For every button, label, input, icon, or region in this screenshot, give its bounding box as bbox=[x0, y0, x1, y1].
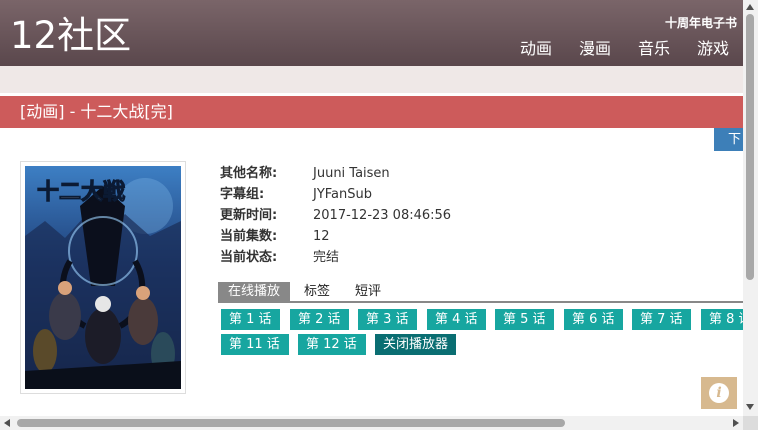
episode-button-1[interactable]: 第 1 话 bbox=[221, 309, 280, 330]
episode-button-3[interactable]: 第 3 话 bbox=[358, 309, 417, 330]
scroll-left-arrow-icon[interactable] bbox=[4, 419, 10, 427]
episode-button-4[interactable]: 第 4 话 bbox=[427, 309, 486, 330]
episode-button-5[interactable]: 第 5 话 bbox=[495, 309, 554, 330]
tab-short-reviews[interactable]: 短评 bbox=[355, 282, 381, 301]
horizontal-scrollbar[interactable] bbox=[0, 416, 743, 430]
cover-title-text: 十二大戦 bbox=[37, 180, 126, 205]
info-label: 当前集数: bbox=[220, 229, 278, 244]
info-label: 字幕组: bbox=[220, 187, 265, 202]
episode-button-8[interactable]: 第 8 话 bbox=[701, 309, 743, 330]
info-row-other-name: 其他名称: Juuni Taisen bbox=[220, 163, 451, 184]
scrollbar-corner bbox=[743, 416, 758, 430]
close-player-button[interactable]: 关闭播放器 bbox=[375, 334, 456, 355]
info-row-updated-time: 更新时间: 2017-12-23 08:46:56 bbox=[220, 205, 451, 226]
page-title: [动画] - 十二大战[完] bbox=[20, 102, 173, 121]
nav-item-games[interactable]: 游戏 bbox=[697, 39, 729, 59]
episode-button-7[interactable]: 第 7 话 bbox=[632, 309, 691, 330]
vertical-scroll-thumb[interactable] bbox=[746, 14, 754, 280]
info-value: 2017-12-23 08:46:56 bbox=[313, 208, 452, 223]
info-row-subtitle-group: 字幕组: JYFanSub bbox=[220, 184, 451, 205]
vertical-scrollbar[interactable] bbox=[743, 0, 758, 416]
info-row-episode-count: 当前集数: 12 bbox=[220, 226, 451, 247]
sub-navigation-bar bbox=[0, 66, 743, 93]
anniversary-ebook-link[interactable]: 十周年电子书 bbox=[665, 14, 737, 31]
tab-online-play[interactable]: 在线播放 bbox=[218, 282, 291, 301]
info-label: 其他名称: bbox=[220, 166, 278, 181]
scroll-right-arrow-icon[interactable] bbox=[733, 419, 739, 427]
scroll-down-arrow-icon[interactable] bbox=[746, 404, 754, 410]
info-label: 当前状态: bbox=[220, 250, 278, 265]
cover-art-illustration: 十二大戦 bbox=[25, 166, 181, 389]
horizontal-scroll-thumb[interactable] bbox=[17, 419, 565, 427]
info-value: Juuni Taisen bbox=[313, 166, 390, 181]
episode-button-2[interactable]: 第 2 话 bbox=[290, 309, 349, 330]
page-title-bar: [动画] - 十二大战[完] bbox=[0, 96, 743, 128]
main-nav: 动画 漫画 音乐 游戏 bbox=[520, 39, 729, 59]
cover-image: 十二大戦 bbox=[20, 161, 186, 394]
info-button[interactable]: i bbox=[701, 377, 737, 409]
episode-button-6[interactable]: 第 6 话 bbox=[564, 309, 623, 330]
info-value: 12 bbox=[313, 229, 330, 244]
info-panel: 其他名称: Juuni Taisen 字幕组: JYFanSub 更新时间: 2… bbox=[220, 163, 451, 268]
episode-button-12[interactable]: 第 12 话 bbox=[298, 334, 366, 355]
info-label: 更新时间: bbox=[220, 208, 278, 223]
scroll-up-arrow-icon[interactable] bbox=[746, 4, 754, 10]
tab-tags[interactable]: 标签 bbox=[304, 282, 330, 301]
info-value: JYFanSub bbox=[313, 187, 373, 202]
nav-item-anime[interactable]: 动画 bbox=[520, 39, 552, 59]
nav-item-music[interactable]: 音乐 bbox=[638, 39, 670, 59]
nav-item-manga[interactable]: 漫画 bbox=[579, 39, 611, 59]
episode-button-11[interactable]: 第 11 话 bbox=[221, 334, 289, 355]
content-tabs: 在线播放 标签 短评 bbox=[218, 282, 743, 303]
site-header: 12社区 十周年电子书 动画 漫画 音乐 游戏 bbox=[0, 0, 743, 66]
info-value: 完结 bbox=[313, 250, 340, 265]
site-logo[interactable]: 12社区 bbox=[10, 14, 131, 58]
info-icon: i bbox=[709, 383, 729, 403]
info-row-status: 当前状态: 完结 bbox=[220, 247, 451, 268]
download-button[interactable]: 下 bbox=[714, 128, 743, 151]
